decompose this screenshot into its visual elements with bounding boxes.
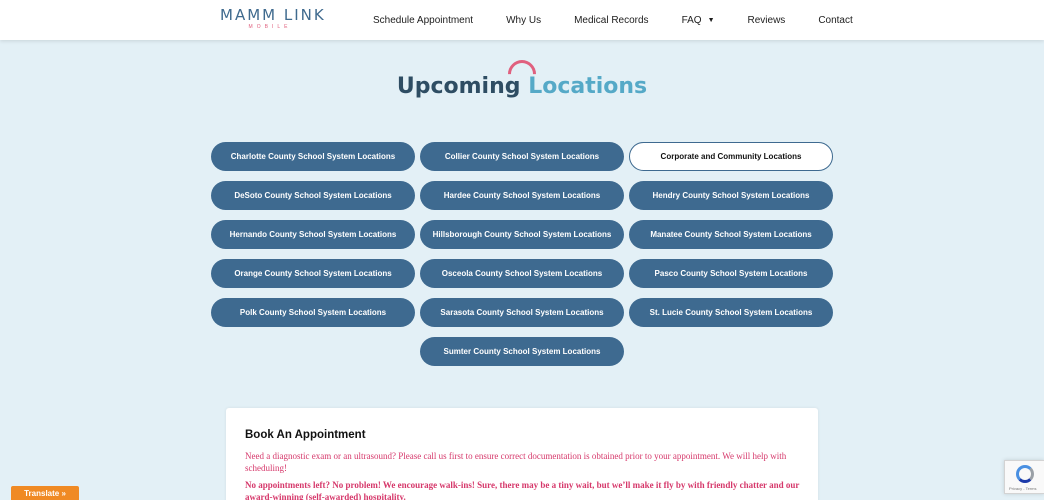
nav-label: FAQ bbox=[681, 14, 702, 26]
booking-text-diagnostic: Need a diagnostic exam or an ultrasound?… bbox=[245, 451, 787, 473]
location-button-collier-county-school-system-locations[interactable]: Collier County School System Locations bbox=[420, 142, 624, 171]
logo-wordmark: MAMM LINK bbox=[220, 6, 326, 24]
nav-faq[interactable]: FAQ ▼ bbox=[682, 15, 715, 26]
location-button-osceola-county-school-system-locations[interactable]: Osceola County School System Locations bbox=[420, 259, 624, 288]
booking-text-walkins: No appointments left? No problem! We enc… bbox=[245, 480, 800, 500]
location-button-sarasota-county-school-system-locations[interactable]: Sarasota County School System Locations bbox=[420, 298, 624, 327]
translate-button[interactable]: Translate » bbox=[11, 486, 79, 500]
nav-label: Medical Records bbox=[574, 14, 649, 26]
page-title: Upcoming Locations bbox=[0, 74, 1044, 99]
recaptcha-icon bbox=[1016, 465, 1034, 483]
logo-subtext: MOBILE bbox=[248, 24, 292, 30]
nav-contact[interactable]: Contact bbox=[818, 15, 852, 26]
location-button-charlotte-county-school-system-locations[interactable]: Charlotte County School System Locations bbox=[211, 142, 415, 171]
nav-label: Why Us bbox=[506, 14, 542, 26]
location-button-hardee-county-school-system-locations[interactable]: Hardee County School System Locations bbox=[420, 181, 624, 210]
location-button-pasco-county-school-system-locations[interactable]: Pasco County School System Locations bbox=[629, 259, 833, 288]
recaptcha-badge[interactable]: Privacy - Terms bbox=[1004, 460, 1044, 494]
location-button-st-lucie-county-school-system-locations[interactable]: St. Lucie County School System Locations bbox=[629, 298, 833, 327]
nav-label: Schedule Appointment bbox=[373, 14, 474, 26]
title-part1: Upcoming bbox=[396, 74, 521, 99]
location-button-corporate-and-community-locations[interactable]: Corporate and Community Locations bbox=[629, 142, 833, 171]
booking-card: Book An Appointment Need a diagnostic ex… bbox=[226, 408, 818, 500]
recaptcha-text: Privacy - Terms bbox=[1009, 486, 1037, 491]
nav-reviews[interactable]: Reviews bbox=[748, 15, 786, 26]
site-header: MAMM LINK MOBILE Schedule Appointment Wh… bbox=[0, 0, 1044, 40]
location-button-manatee-county-school-system-locations[interactable]: Manatee County School System Locations bbox=[629, 220, 833, 249]
location-button-hernando-county-school-system-locations[interactable]: Hernando County School System Locations bbox=[211, 220, 415, 249]
location-button-hillsborough-county-school-system-locations[interactable]: Hillsborough County School System Locati… bbox=[420, 220, 624, 249]
location-button-sumter-county-school-system-locations[interactable]: Sumter County School System Locations bbox=[420, 337, 624, 366]
title-part2: Locations bbox=[528, 74, 648, 99]
location-button-polk-county-school-system-locations[interactable]: Polk County School System Locations bbox=[211, 298, 415, 327]
nav-label: Reviews bbox=[747, 14, 786, 26]
mammolink-logo[interactable]: MAMM LINK MOBILE bbox=[220, 6, 330, 32]
nav-why-us[interactable]: Why Us bbox=[506, 15, 541, 26]
booking-title: Book An Appointment bbox=[245, 429, 366, 441]
nav-medical-records[interactable]: Medical Records bbox=[574, 15, 648, 26]
location-button-desoto-county-school-system-locations[interactable]: DeSoto County School System Locations bbox=[211, 181, 415, 210]
main-nav: Schedule Appointment Why Us Medical Reco… bbox=[373, 0, 886, 40]
caret-down-icon: ▼ bbox=[707, 16, 715, 24]
nav-label: Contact bbox=[818, 14, 853, 26]
location-button-orange-county-school-system-locations[interactable]: Orange County School System Locations bbox=[211, 259, 415, 288]
location-button-hendry-county-school-system-locations[interactable]: Hendry County School System Locations bbox=[629, 181, 833, 210]
nav-schedule-appointment[interactable]: Schedule Appointment bbox=[373, 15, 473, 26]
